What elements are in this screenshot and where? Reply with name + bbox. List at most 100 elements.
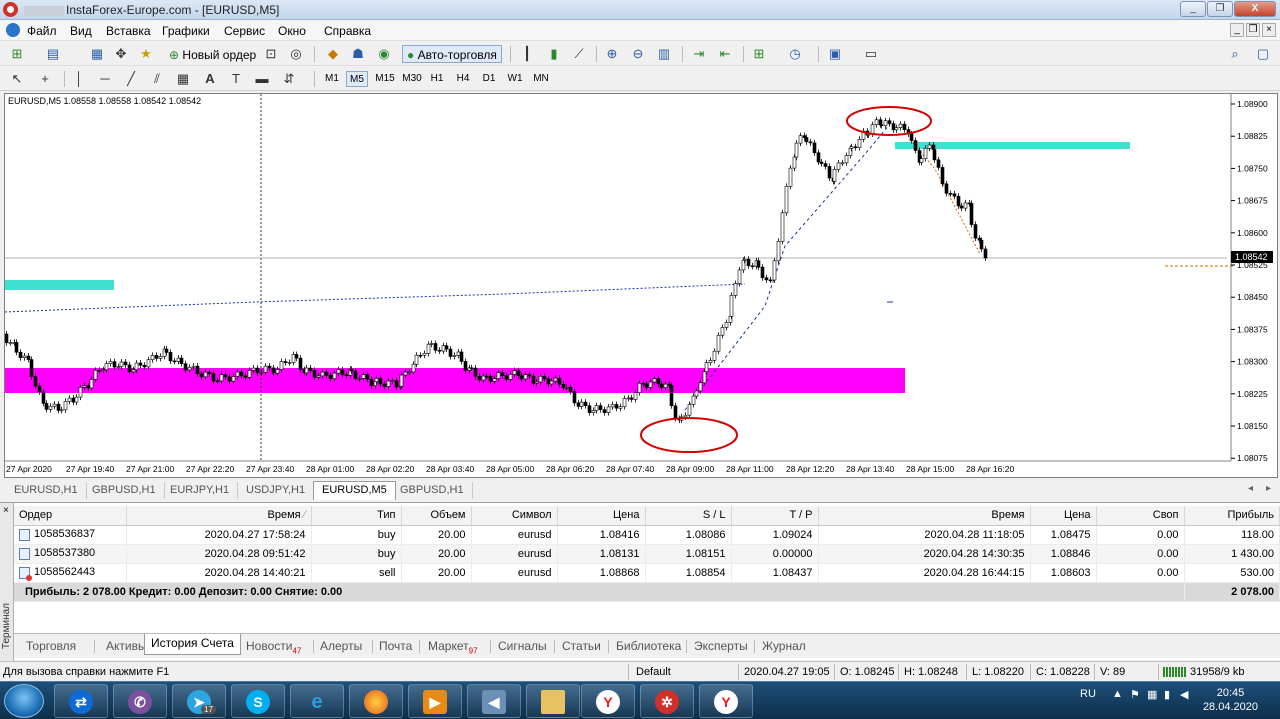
menu-help[interactable]: Справка [324, 24, 371, 38]
col-type[interactable]: Тип [311, 506, 402, 526]
table-row[interactable]: 1058536837 2020.04.27 17:58:24 buy 20.00… [14, 525, 1280, 545]
trend-line-icon[interactable]: ╱ [122, 70, 140, 87]
tray-arrow-icon[interactable]: ▲ [1112, 688, 1123, 700]
taskbar-instaforex[interactable]: ✲ [640, 684, 694, 718]
mdi-restore-button[interactable]: ❐ [1246, 23, 1260, 37]
minimize-button[interactable]: _ [1180, 1, 1206, 17]
tf-m5[interactable]: M5 [346, 71, 368, 87]
menu-window[interactable]: Окно [278, 24, 306, 38]
data-window-icon[interactable]: ✥ [112, 45, 130, 62]
table-row[interactable]: 1058537380 2020.04.28 09:51:42 buy 20.00… [14, 544, 1280, 564]
strategy-tester-icon[interactable]: ⊡ [262, 45, 280, 62]
profiles-icon[interactable]: ▤ [44, 45, 62, 62]
tab-library[interactable]: Библиотека [610, 637, 687, 655]
table-row[interactable]: 1058562443 2020.04.28 14:40:21 sell 20.0… [14, 563, 1280, 583]
tf-d1[interactable]: D1 [478, 71, 500, 87]
search-icon[interactable]: ⌕ [1226, 45, 1244, 62]
col-price[interactable]: Цена [557, 506, 646, 526]
chart-shift-icon[interactable]: ⇥ [690, 45, 708, 62]
col-time[interactable]: Время ⁄ [126, 506, 312, 526]
col-order[interactable]: Ордер [14, 506, 127, 526]
channel-icon[interactable]: ⫽ [148, 70, 166, 87]
crosshair-icon[interactable]: + [36, 70, 54, 87]
tab-account-history[interactable]: История Счета [144, 634, 241, 655]
system-clock[interactable]: 20:45 28.04.2020 [1203, 686, 1258, 714]
tab-news[interactable]: Новости47 [240, 637, 307, 655]
col-sl[interactable]: S / L [645, 506, 732, 526]
signals-icon[interactable]: ◎ [287, 45, 305, 62]
autoscroll-icon[interactable]: ⇤ [716, 45, 734, 62]
vertical-line-icon[interactable]: │ [70, 70, 88, 87]
chart-canvas[interactable]: 1.08900 1.08825 1.08750 1.08675 1.08600 1.085… [5, 94, 1277, 477]
tab-scroll-right-icon[interactable]: ▸ [1266, 483, 1271, 494]
line-chart-icon[interactable]: ⟋ [570, 45, 588, 62]
tf-w1[interactable]: W1 [504, 71, 526, 87]
arrows-icon[interactable]: ⇵ [280, 70, 298, 87]
rectangle-icon[interactable]: ▬ [253, 70, 271, 87]
chart-tab[interactable]: GBPUSD,H1 [392, 482, 473, 499]
templates-icon[interactable]: ▣ [826, 45, 844, 62]
menu-insert[interactable]: Вставка [106, 24, 151, 38]
col-close-time[interactable]: Время [818, 506, 1031, 526]
screenshot-icon[interactable]: ▭ [862, 45, 880, 62]
horizontal-line-icon[interactable]: ─ [96, 70, 114, 87]
zoom-out-icon[interactable]: ⊖ [629, 45, 647, 62]
taskbar-ie[interactable]: e [290, 684, 344, 718]
taskbar-media[interactable]: ▶ [408, 684, 462, 718]
restore-button[interactable]: ❐ [1207, 1, 1233, 17]
chart-tab-active[interactable]: EURUSD,M5 [313, 481, 396, 500]
market-icon[interactable]: ◆ [324, 45, 342, 62]
tab-market[interactable]: Маркет97 [422, 637, 484, 655]
tf-m30[interactable]: M30 [399, 71, 425, 87]
bar-chart-icon[interactable]: ┃ [518, 45, 536, 62]
col-close-price[interactable]: Цена [1030, 506, 1097, 526]
chart-tab[interactable]: GBPUSD,H1 [84, 482, 165, 499]
close-button[interactable]: X [1234, 1, 1276, 17]
tab-signals[interactable]: Сигналы [492, 637, 553, 655]
tf-mn[interactable]: MN [530, 71, 552, 87]
text-icon[interactable]: A [201, 70, 219, 87]
menu-tools[interactable]: Сервис [224, 24, 265, 38]
new-chart-icon[interactable]: ⊞ [8, 45, 26, 62]
mdi-close-button[interactable]: × [1262, 23, 1276, 37]
taskbar-telegram[interactable]: ➤ 17 [172, 684, 226, 718]
chat-bubble-icon[interactable]: ▢ [1254, 45, 1272, 62]
tab-articles[interactable]: Статьи [556, 637, 607, 655]
menu-charts[interactable]: Графики [162, 24, 210, 38]
tile-windows-icon[interactable]: ▥ [655, 45, 673, 62]
taskbar-yandex-browser[interactable]: Y [699, 684, 753, 718]
col-symbol[interactable]: Символ [471, 506, 558, 526]
cursor-icon[interactable]: ↖ [8, 70, 26, 87]
tray-battery-icon[interactable]: ▮ [1164, 688, 1170, 701]
tab-scroll-left-icon[interactable]: ◂ [1248, 483, 1253, 494]
tf-m15[interactable]: M15 [372, 71, 398, 87]
tab-journal[interactable]: Журнал [756, 637, 812, 655]
tab-alerts[interactable]: Алерты [314, 637, 368, 655]
text-label-icon[interactable]: T [227, 70, 245, 87]
taskbar-sound[interactable]: ◀ [467, 684, 521, 718]
mdi-minimize-button[interactable]: _ [1230, 23, 1244, 37]
col-swap[interactable]: Своп [1096, 506, 1185, 526]
taskbar-viber[interactable]: ✆ [113, 684, 167, 718]
metaeditor-icon[interactable]: ◉ [375, 45, 393, 62]
chart-tab[interactable]: EURUSD,H1 [6, 482, 87, 499]
menu-file[interactable]: Файл [27, 24, 57, 38]
chart-tab[interactable]: EURJPY,H1 [162, 482, 239, 499]
chart-tab[interactable]: USDJPY,H1 [238, 482, 315, 499]
menu-view[interactable]: Вид [70, 24, 92, 38]
tab-mailbox[interactable]: Почта [373, 637, 418, 655]
chat-icon[interactable]: ☗ [349, 45, 367, 62]
new-order-button[interactable]: ⊕ Новый ордер [164, 45, 261, 63]
tab-experts[interactable]: Эксперты [688, 637, 754, 655]
price-chart[interactable]: 1.08900 1.08825 1.08750 1.08675 1.08600 1.085… [4, 93, 1278, 478]
tab-trade[interactable]: Торговля [20, 637, 82, 655]
auto-trading-button[interactable]: ● Авто-торговля [402, 45, 502, 63]
tray-network-icon[interactable]: ▦ [1147, 688, 1157, 701]
terminal-close-icon[interactable]: × [3, 505, 9, 516]
taskbar-teamviewer[interactable]: ⇄ [54, 684, 108, 718]
periods-icon[interactable]: ◷ [786, 45, 804, 62]
fibonacci-icon[interactable]: ▦ [174, 70, 192, 87]
tf-m1[interactable]: M1 [321, 71, 343, 87]
col-tp[interactable]: T / P [731, 506, 819, 526]
indicators-icon[interactable]: ⊞ [750, 45, 768, 62]
